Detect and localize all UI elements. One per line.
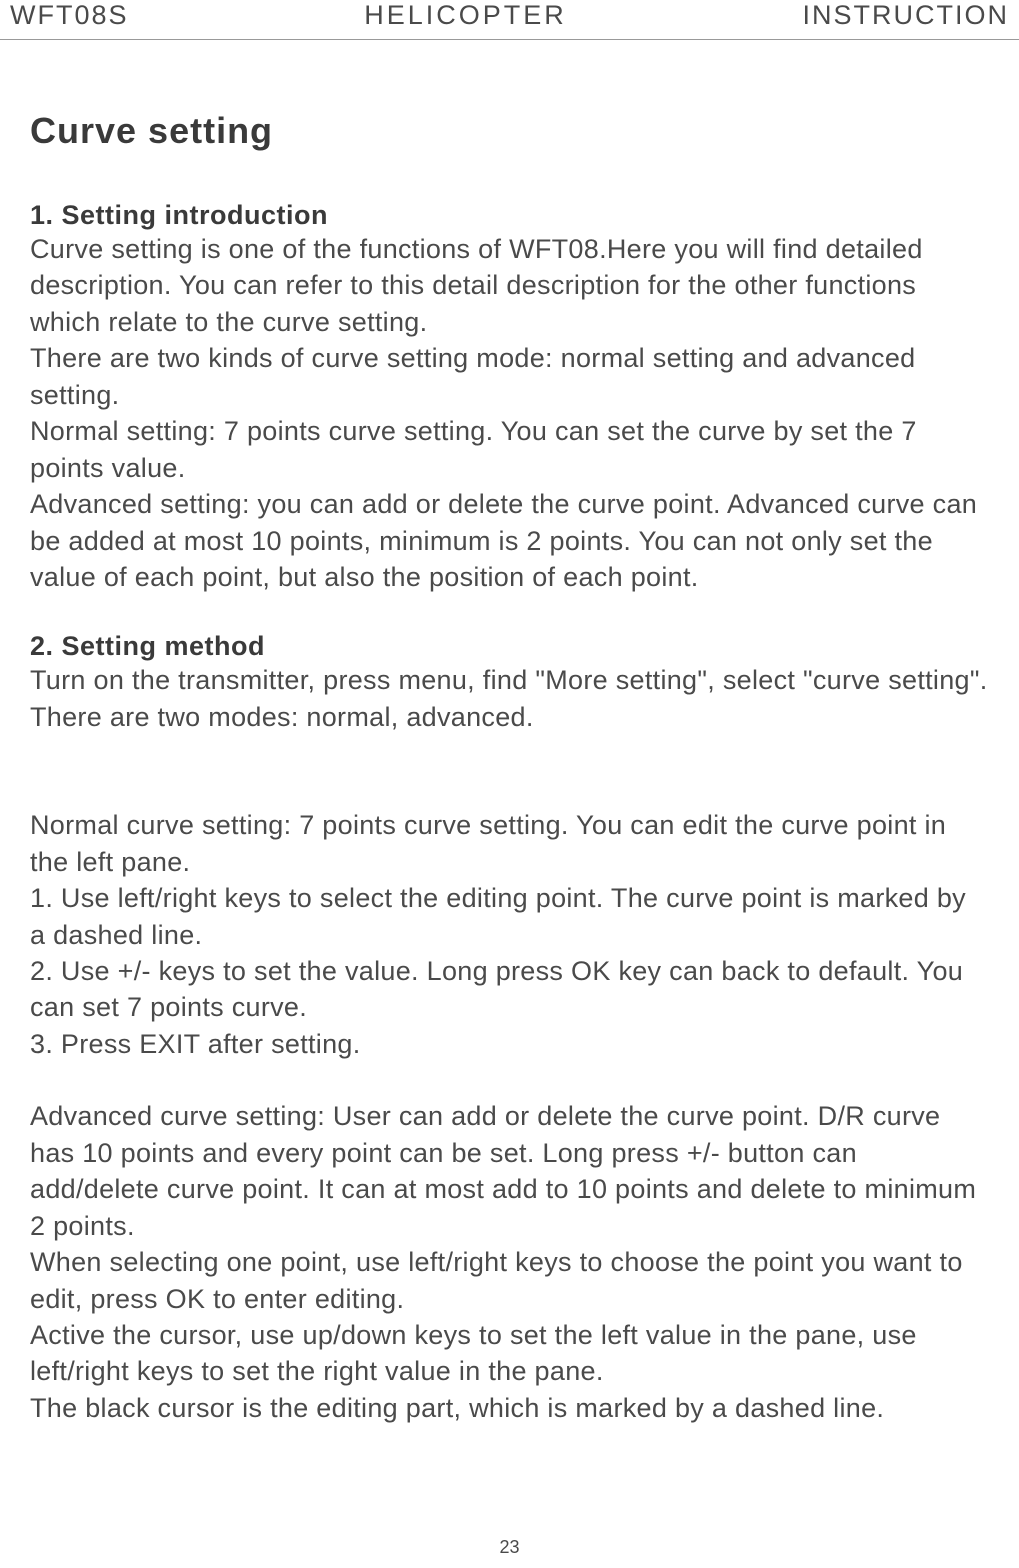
page-number: 23 bbox=[499, 1537, 519, 1558]
header-right: INSTRUCTION bbox=[803, 0, 1010, 31]
section-1-p2: There are two kinds of curve setting mod… bbox=[30, 340, 989, 413]
page-content: Curve setting 1. Setting introduction Cu… bbox=[0, 40, 1019, 1426]
page-title: Curve setting bbox=[30, 110, 989, 152]
normal-p4: 3. Press EXIT after setting. bbox=[30, 1026, 989, 1062]
advanced-p2: When selecting one point, use left/right… bbox=[30, 1244, 989, 1317]
advanced-p4: The black cursor is the editing part, wh… bbox=[30, 1390, 989, 1426]
section-1-p3: Normal setting: 7 points curve setting. … bbox=[30, 413, 989, 486]
advanced-p3: Active the cursor, use up/down keys to s… bbox=[30, 1317, 989, 1390]
section-2-heading: 2. Setting method bbox=[30, 631, 989, 662]
section-1-heading: 1. Setting introduction bbox=[30, 200, 989, 231]
normal-p1: Normal curve setting: 7 points curve set… bbox=[30, 807, 989, 880]
section-1-p4: Advanced setting: you can add or delete … bbox=[30, 486, 989, 595]
header-left: WFT08S bbox=[10, 0, 129, 31]
section-1-p1: Curve setting is one of the functions of… bbox=[30, 231, 989, 340]
normal-p3: 2. Use +/- keys to set the value. Long p… bbox=[30, 953, 989, 1026]
header-center: HELICOPTER bbox=[364, 0, 567, 31]
normal-p2: 1. Use left/right keys to select the edi… bbox=[30, 880, 989, 953]
advanced-p1: Advanced curve setting: User can add or … bbox=[30, 1098, 989, 1244]
section-2-p1: Turn on the transmitter, press menu, fin… bbox=[30, 662, 989, 698]
page-header: WFT08S HELICOPTER INSTRUCTION bbox=[0, 0, 1019, 40]
section-2-p2: There are two modes: normal, advanced. bbox=[30, 699, 989, 735]
